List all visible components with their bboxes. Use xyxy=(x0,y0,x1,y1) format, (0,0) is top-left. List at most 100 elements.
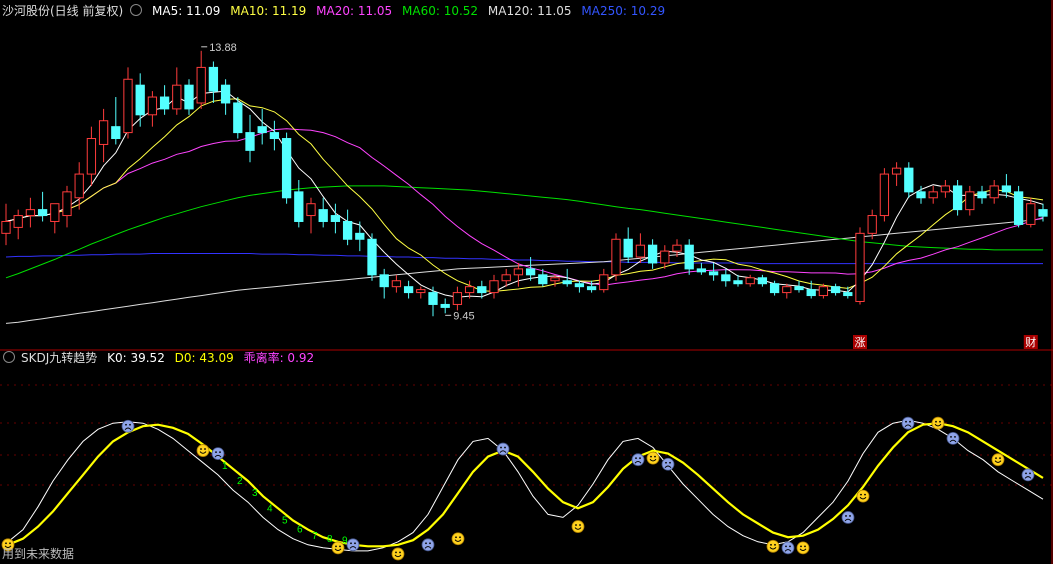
smile-signal-icon xyxy=(991,453,1005,467)
d-label: D0: 43.09 xyxy=(174,351,234,365)
settings-icon[interactable] xyxy=(130,4,143,16)
candle-body xyxy=(1026,203,1036,225)
candle-body xyxy=(696,268,707,273)
candle-body xyxy=(391,280,402,288)
candle-body xyxy=(513,268,524,276)
candle-body xyxy=(806,289,816,297)
sequence-digit: 6 xyxy=(297,525,303,536)
smile-signal-icon xyxy=(856,489,870,503)
candle-body xyxy=(916,191,926,199)
indicator-title[interactable]: SKDJ九转趋势 xyxy=(21,351,97,365)
candle-body xyxy=(830,286,841,294)
candle-body xyxy=(416,289,426,294)
candle-body xyxy=(86,138,97,175)
ma120-label: MA120: 11.05 xyxy=(487,4,572,18)
dev-label: 乖离率: 0.92 xyxy=(243,351,315,365)
candle-body xyxy=(135,84,145,116)
candle-body xyxy=(25,209,36,217)
candle-body xyxy=(660,250,670,264)
price-legend: 沙河股份(日线 前复权) MA5: 11.09 MA10: 11.19 MA20… xyxy=(2,2,671,20)
candle-body xyxy=(1013,191,1024,225)
ma10-label: MA10: 11.19 xyxy=(230,4,307,18)
sequence-digit: 1 xyxy=(222,461,228,472)
sequence-digit: 8 xyxy=(327,534,333,545)
title[interactable]: 沙河股份(日线 前复权) xyxy=(2,4,123,18)
candle-body xyxy=(269,132,280,140)
event-marker-label: 财 xyxy=(1025,335,1036,349)
settings-icon[interactable] xyxy=(3,351,15,363)
candle-body xyxy=(257,126,267,134)
smile-signal-icon xyxy=(796,541,810,555)
ma5-label: MA5: 11.09 xyxy=(152,4,221,18)
sad-signal-icon xyxy=(661,457,675,471)
candle-body xyxy=(208,66,219,92)
candle-body xyxy=(782,286,792,294)
candle-body xyxy=(367,238,377,276)
sequence-digit: 7 xyxy=(312,531,318,542)
smile-signal-icon xyxy=(931,416,945,430)
candle-body xyxy=(50,203,60,222)
smile-signal-icon xyxy=(766,539,780,553)
candle-body xyxy=(940,185,951,193)
candle-body xyxy=(599,274,609,291)
candle-body xyxy=(37,209,48,217)
candle-body xyxy=(525,268,536,276)
candle-body xyxy=(904,167,914,193)
grid xyxy=(0,0,1053,564)
sequence-digit: 3 xyxy=(252,488,258,499)
sad-signal-icon xyxy=(901,416,915,430)
ma250-label: MA250: 10.29 xyxy=(581,4,666,18)
candle-body xyxy=(233,102,243,134)
candle-body xyxy=(952,185,963,211)
candle-body xyxy=(550,277,560,282)
future-data-note: 用到未来数据 xyxy=(2,547,75,561)
candle-body xyxy=(965,191,975,211)
smile-signal-icon xyxy=(196,444,210,457)
indicator-legend: SKDJ九转趋势 K0: 39.52 D0: 43.09 乖离率: 0.92 xyxy=(2,349,320,367)
candle-body xyxy=(428,292,438,305)
candle-body xyxy=(611,238,621,276)
candle-body xyxy=(538,274,548,285)
candle-body xyxy=(172,84,182,110)
sequence-digit: 2 xyxy=(237,476,243,487)
sad-signal-icon xyxy=(121,419,135,433)
chart-canvas[interactable]: 13.889.45涨财 1234567 8 9 xyxy=(0,0,1053,564)
candle-body xyxy=(818,286,829,297)
candle-body xyxy=(452,292,463,305)
price-annotation: 9.45 xyxy=(453,310,474,322)
candle-body xyxy=(489,280,499,294)
candle-body xyxy=(245,132,255,151)
sad-signal-icon xyxy=(211,447,225,461)
candle-body xyxy=(147,96,158,116)
candle-body xyxy=(989,185,999,199)
candle-body xyxy=(867,215,877,234)
smile-signal-icon xyxy=(646,451,660,465)
candle-body xyxy=(342,220,353,240)
candle-body xyxy=(477,286,487,294)
candle-body xyxy=(928,191,938,199)
sequence-digit: 4 xyxy=(267,503,273,514)
candle-body xyxy=(464,286,475,294)
ma20-label: MA20: 11.05 xyxy=(316,4,393,18)
candle-body xyxy=(623,238,633,258)
sad-signal-icon xyxy=(346,538,360,552)
sad-signal-icon xyxy=(781,541,795,555)
candle-body xyxy=(294,191,304,222)
candle-body xyxy=(794,286,804,291)
sad-signal-icon xyxy=(631,453,645,467)
candle-body xyxy=(1,220,11,234)
candle-body xyxy=(306,203,316,217)
candle-body xyxy=(1001,185,1012,193)
smile-signal-icon xyxy=(451,532,465,546)
candle-body xyxy=(855,232,865,302)
background xyxy=(0,0,1053,564)
sad-signal-icon xyxy=(1021,468,1035,482)
price-annotation: 13.88 xyxy=(209,42,237,54)
candle-body xyxy=(684,244,694,270)
candle-body xyxy=(111,126,121,140)
smile-signal-icon xyxy=(391,547,405,561)
candle-body xyxy=(318,209,328,222)
candle-body xyxy=(184,84,194,110)
candle-body xyxy=(74,173,84,199)
candle-body xyxy=(562,280,572,285)
